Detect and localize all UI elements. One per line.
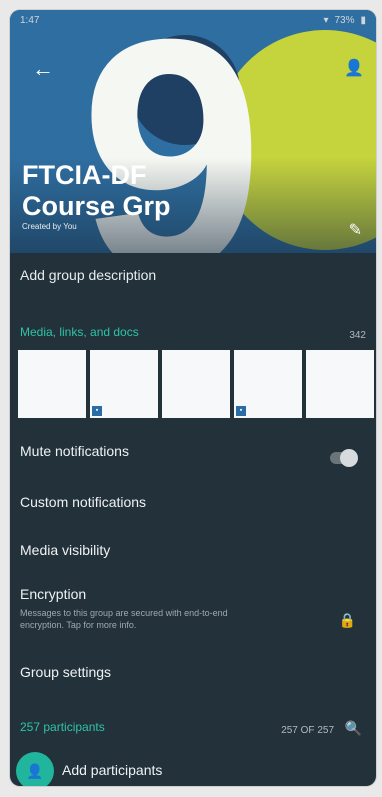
lock-icon: 🔒: [338, 612, 356, 628]
phone-frame: 1:47 ▾ 73% ▮ 9 ← 👤 FTCIA-DF Course Grp C…: [10, 10, 376, 786]
group-settings[interactable]: Group settings: [20, 664, 111, 680]
add-participant-icon[interactable]: 👤: [16, 752, 54, 786]
media-section-label[interactable]: Media, links, and docs: [20, 325, 139, 339]
media-thumbnail[interactable]: [18, 350, 86, 418]
participants-label: 257 participants: [20, 720, 105, 734]
add-person-icon[interactable]: 👤: [344, 58, 364, 78]
encryption-subtitle: Messages to this group are secured with …: [20, 608, 228, 630]
status-time: 1:47: [20, 14, 40, 26]
doc-badge-icon: ▪: [92, 406, 102, 416]
battery-icon: ▮: [360, 14, 366, 26]
mute-notifications[interactable]: Mute notifications: [20, 443, 129, 459]
media-thumbnail[interactable]: ▪: [90, 350, 158, 418]
search-icon[interactable]: 🔍: [345, 720, 362, 737]
wifi-icon: ▾: [323, 14, 329, 26]
status-bar: 1:47 ▾ 73% ▮: [10, 10, 376, 30]
media-thumbnails: ▪ ▪: [18, 350, 376, 418]
participants-count: 257 OF 257: [281, 725, 334, 736]
media-thumbnail[interactable]: [162, 350, 230, 418]
doc-badge-icon: ▪: [236, 406, 246, 416]
status-icons: ▾ 73% ▮: [323, 15, 366, 26]
custom-notifications[interactable]: Custom notifications: [20, 494, 146, 510]
media-thumbnail[interactable]: [306, 350, 374, 418]
title-line2: Course: [22, 191, 116, 221]
battery-label: 73%: [334, 14, 355, 26]
title-suffix: Grp: [122, 191, 171, 221]
toggle-knob: [340, 449, 358, 467]
back-arrow-icon[interactable]: ←: [32, 56, 54, 82]
encryption-title[interactable]: Encryption: [20, 586, 86, 602]
title-line1: FTCIA-DF: [22, 160, 147, 190]
mute-toggle[interactable]: [330, 449, 358, 467]
media-visibility[interactable]: Media visibility: [20, 542, 110, 558]
media-thumbnail[interactable]: ▪: [234, 350, 302, 418]
created-by: Created by You: [22, 222, 77, 231]
add-participants[interactable]: Add participants: [62, 762, 162, 778]
media-count[interactable]: 342: [349, 330, 366, 341]
add-group-description[interactable]: Add group description: [20, 267, 156, 283]
group-title: FTCIA-DF Course Grp: [22, 160, 322, 222]
edit-icon[interactable]: ✎: [349, 220, 362, 240]
